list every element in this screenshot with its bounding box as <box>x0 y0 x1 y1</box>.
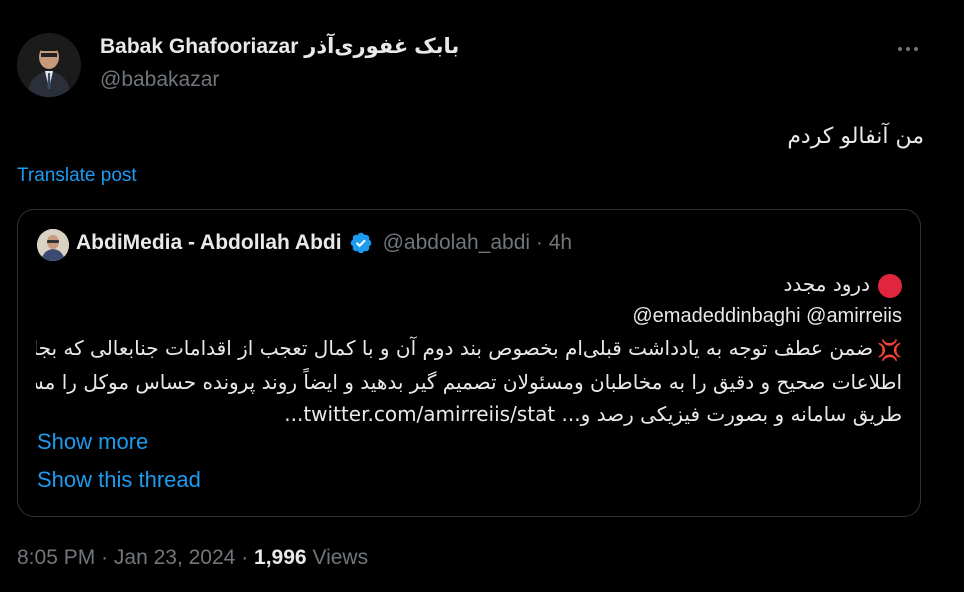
quoted-body: درود مجدد @emadeddinbaghi @amirreiis 💢ضم… <box>36 268 902 430</box>
quoted-line-text: درود مجدد <box>783 272 870 296</box>
quoted-mentions[interactable]: @emadeddinbaghi @amirreiis <box>36 300 902 332</box>
show-thread-link[interactable]: Show this thread <box>37 467 201 493</box>
translate-post-link[interactable]: Translate post <box>17 165 137 187</box>
avatar-image <box>17 33 81 97</box>
separator-dot: · <box>101 546 109 569</box>
quoted-line: اطلاعات صحیح و دقیق را به مخاطبان ومسئول… <box>36 369 902 394</box>
views-label: Views <box>312 546 369 569</box>
quoted-header: AbdiMedia - Abdollah Abdi @abdolah_abdi … <box>76 231 572 255</box>
more-dots-icon <box>898 47 902 51</box>
more-options-button[interactable] <box>890 36 926 62</box>
quoted-handle-text: @abdolah_abdi <box>382 231 531 254</box>
views-count: 1,996 <box>254 546 307 569</box>
anger-symbol-emoji-icon: 💢 <box>877 337 902 362</box>
quoted-line: طریق سامانه و بصورت فیزیکی رصد و... twit… <box>284 401 902 426</box>
quoted-avatar-image <box>37 229 69 261</box>
quoted-age: 4h <box>548 231 573 254</box>
verified-badge-icon <box>350 232 371 254</box>
more-dots-icon <box>906 47 910 51</box>
tweet-meta: 8:05 PM · Jan 23, 2024 · 1,996 Views <box>17 546 368 570</box>
separator-dot: · <box>241 546 249 569</box>
author-avatar[interactable] <box>17 33 81 97</box>
tweet-text: من آنفالو کردم <box>787 124 924 149</box>
red-circle-emoji-icon <box>878 273 902 298</box>
quoted-line-text: ضمن عطف توجه به یادداشت قبلی‌ام بخصوص بن… <box>36 336 874 360</box>
quoted-line: 💢ضمن عطف توجه به یادداشت قبلی‌ام بخصوص ب… <box>36 332 902 366</box>
quoted-tweet-card[interactable]: AbdiMedia - Abdollah Abdi @abdolah_abdi … <box>17 209 921 517</box>
author-name[interactable]: Babak Ghafooriazar بابک غفوری‌آذر <box>100 34 459 59</box>
tweet-date[interactable]: Jan 23, 2024 <box>114 546 235 569</box>
quoted-author-name[interactable]: AbdiMedia - Abdollah Abdi <box>76 231 342 255</box>
quoted-author-avatar[interactable] <box>37 229 69 261</box>
tweet-time[interactable]: 8:05 PM <box>17 546 95 569</box>
show-more-link[interactable]: Show more <box>37 429 148 455</box>
author-handle[interactable]: @babakazar <box>100 68 219 92</box>
more-dots-icon <box>914 47 918 51</box>
quoted-author-handle[interactable]: @abdolah_abdi · 4h <box>383 231 573 255</box>
separator-dot: · <box>535 231 543 254</box>
quoted-line: درود مجدد <box>36 268 902 300</box>
